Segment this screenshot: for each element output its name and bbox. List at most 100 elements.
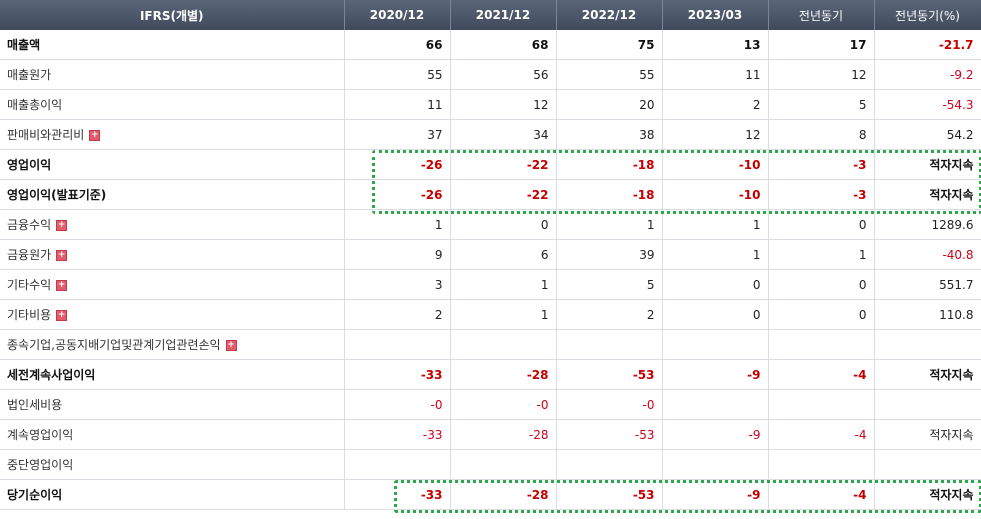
value-cell: -10 [662, 149, 769, 180]
value-cell: -33 [344, 359, 451, 390]
table-row: 기타비용 +2 1 2 0 0 110.8 [0, 299, 981, 330]
value-cell: -9.2 [874, 59, 981, 90]
value-cell [662, 449, 769, 480]
value-cell: -22 [450, 179, 557, 210]
value-cell: 0 [768, 209, 875, 240]
row-label-cell: 종속기업,공동지배기업및관계기업관련손익 + [0, 329, 345, 360]
value-cell: 17 [768, 30, 875, 60]
value-cell: -9 [662, 419, 769, 450]
value-cell: 적자지속 [874, 419, 981, 450]
value-cell: -9 [662, 359, 769, 390]
value-cell: -26 [344, 179, 451, 210]
value-cell: -33 [344, 419, 451, 450]
table-row: 판매비와관리비 +37 34 38 12 8 54.2 [0, 119, 981, 150]
table-row: 매출총이익 11 12 20 2 5 -54.3 [0, 89, 981, 120]
table-row: 영업이익 -26 -22 -18 -10 -3 적자지속 [0, 149, 981, 180]
value-cell: 0 [662, 269, 769, 300]
value-cell: 551.7 [874, 269, 981, 300]
value-cell: 0 [450, 209, 557, 240]
value-cell: 0 [768, 269, 875, 300]
row-label-cell: 금융원가 + [0, 239, 345, 270]
row-label-cell: 법인세비용 [0, 389, 345, 420]
value-cell: -53 [556, 359, 663, 390]
row-label: 금융원가 [7, 248, 52, 262]
value-cell: -21.7 [874, 30, 981, 60]
value-cell: 1 [556, 209, 663, 240]
value-cell: 56 [450, 59, 557, 90]
value-cell: 2 [662, 89, 769, 120]
header-prev-year-pct: 전년동기(%) [874, 0, 981, 30]
expand-plus-icon[interactable]: + [56, 310, 68, 321]
value-cell: -26 [344, 149, 451, 180]
value-cell: 11 [344, 89, 451, 120]
value-cell: -4 [768, 359, 875, 390]
value-cell: -28 [450, 359, 557, 390]
expand-plus-icon[interactable]: + [56, 250, 68, 261]
row-label: 매출액 [7, 38, 41, 52]
value-cell [874, 389, 981, 420]
value-cell [344, 329, 451, 360]
row-label-cell: 판매비와관리비 + [0, 119, 345, 150]
value-cell: -3 [768, 179, 875, 210]
value-cell [874, 449, 981, 480]
row-label: 종속기업,공동지배기업및관계기업관련손익 [7, 338, 221, 352]
value-cell: 1 [662, 239, 769, 270]
financial-statement: IFRS(개별) 2020/12 2021/12 2022/12 2023/03… [0, 0, 981, 519]
row-label-cell: 당기순이익 [0, 479, 345, 510]
value-cell: 9 [344, 239, 451, 270]
value-cell [662, 389, 769, 420]
value-cell: -53 [556, 479, 663, 510]
table-row: 매출액 66 68 75 13 17 -21.7 [0, 30, 981, 60]
row-label-cell: 매출원가 [0, 59, 345, 90]
expand-plus-icon[interactable]: + [56, 220, 68, 231]
row-label: 매출원가 [7, 68, 52, 82]
value-cell: 8 [768, 119, 875, 150]
value-cell [768, 389, 875, 420]
value-cell: 34 [450, 119, 557, 150]
value-cell: 1 [662, 209, 769, 240]
row-label-cell: 금융수익 + [0, 209, 345, 240]
value-cell: -33 [344, 479, 451, 510]
value-cell: 20 [556, 89, 663, 120]
expand-plus-icon[interactable]: + [56, 280, 68, 291]
value-cell [874, 329, 981, 360]
income-statement-table: IFRS(개별) 2020/12 2021/12 2022/12 2023/03… [0, 0, 981, 510]
table-row: 영업이익(발표기준) -26 -22 -18 -10 -3 적자지속 [0, 179, 981, 210]
value-cell [662, 329, 769, 360]
value-cell: -28 [450, 479, 557, 510]
value-cell: -28 [450, 419, 557, 450]
value-cell: 적자지속 [874, 359, 981, 390]
table-row: 금융원가 +9 6 39 1 1 -40.8 [0, 239, 981, 270]
row-label-cell: 매출총이익 [0, 89, 345, 120]
row-label: 기타수익 [7, 278, 52, 292]
row-label: 당기순이익 [7, 488, 63, 502]
row-label: 영업이익 [7, 158, 52, 172]
table-row: 법인세비용 -0 -0 -0 [0, 389, 981, 420]
row-label: 세전계속사업이익 [7, 368, 96, 382]
table-row: 금융수익 +1 0 1 1 0 1289.6 [0, 209, 981, 240]
header-period: 2021/12 [450, 0, 557, 30]
table-row: 기타수익 +3 1 5 0 0 551.7 [0, 269, 981, 300]
value-cell: 적자지속 [874, 479, 981, 510]
value-cell: 75 [556, 30, 663, 60]
row-label: 금융수익 [7, 218, 52, 232]
value-cell: -4 [768, 479, 875, 510]
row-label: 판매비와관리비 [7, 128, 85, 142]
expand-plus-icon[interactable]: + [89, 130, 101, 141]
row-label-cell: 중단영업이익 [0, 449, 345, 480]
value-cell: 11 [662, 59, 769, 90]
expand-plus-icon[interactable]: + [225, 340, 237, 351]
value-cell: 3 [344, 269, 451, 300]
value-cell: -0 [450, 389, 557, 420]
value-cell: 5 [556, 269, 663, 300]
value-cell: 1 [344, 209, 451, 240]
table-row: 세전계속사업이익 -33 -28 -53 -9 -4 적자지속 [0, 359, 981, 390]
value-cell: 적자지속 [874, 149, 981, 180]
row-label-cell: 기타비용 + [0, 299, 345, 330]
row-label: 영업이익(발표기준) [7, 188, 107, 202]
value-cell [556, 329, 663, 360]
header-prev-year: 전년동기 [768, 0, 875, 30]
value-cell: 1289.6 [874, 209, 981, 240]
table-row: 종속기업,공동지배기업및관계기업관련손익 + [0, 329, 981, 360]
value-cell: 12 [768, 59, 875, 90]
